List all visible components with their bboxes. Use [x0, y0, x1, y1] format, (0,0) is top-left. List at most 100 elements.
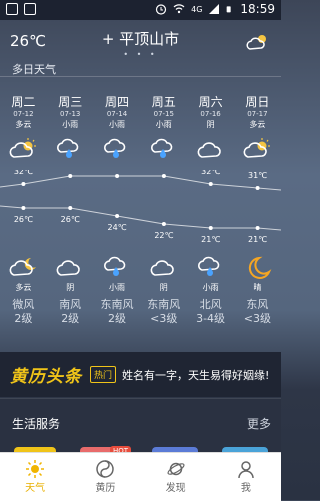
- day-condition: 小雨: [62, 120, 79, 129]
- day-condition: 多云: [15, 120, 32, 129]
- night-column[interactable]: 小雨 北风 3-4级: [187, 254, 234, 326]
- weekday-label: 周三: [58, 95, 83, 109]
- partly-cloudy-icon[interactable]: [245, 32, 271, 52]
- weekday-label: 周二: [11, 95, 36, 109]
- high-temp-label: 32℃: [14, 170, 33, 176]
- city-selector[interactable]: + 平顶山市: [0, 28, 281, 49]
- wind-level: <3级: [150, 312, 178, 325]
- night-condition: 多云: [15, 283, 32, 292]
- night-column[interactable]: 阴南风 2级: [47, 254, 94, 326]
- cloudy-icon: [187, 136, 234, 162]
- partly-cloudy-sun-icon: [234, 136, 281, 162]
- high-temp-point: [255, 186, 260, 190]
- ad-headline[interactable]: 姓名有一字，天生易得好姻缘!: [122, 367, 269, 383]
- weekday-label: 周四: [104, 95, 129, 109]
- date-label: 07-16: [200, 110, 221, 118]
- cloudy-icon: [140, 254, 187, 280]
- tab-bar: 天气 黄历 发现 我: [0, 452, 281, 501]
- tab-person[interactable]: 我: [211, 453, 281, 501]
- wind-direction: 南风: [59, 298, 82, 311]
- day-column[interactable]: 周六 07-16 阴: [187, 95, 234, 162]
- wind-level: 3-4级: [196, 312, 226, 325]
- low-temp-label: 26℃: [14, 215, 33, 224]
- high-temp-label: 31℃: [248, 171, 267, 180]
- planet-icon: [141, 459, 211, 479]
- day-column[interactable]: 周四 07-14 小雨: [94, 95, 141, 162]
- forecast-title: 多日天气: [12, 63, 56, 76]
- low-temp-point: [115, 214, 120, 218]
- temperature-chart: 32℃34℃34℃34℃32℃31℃26℃26℃24℃22℃21℃21℃: [0, 170, 281, 244]
- day-condition: 小雨: [108, 120, 125, 129]
- image-icon: [24, 3, 36, 15]
- light-rain-icon: [47, 136, 94, 162]
- tab-yin-yang[interactable]: 黄历: [70, 453, 140, 501]
- low-temp-label: 24℃: [107, 223, 126, 232]
- high-temp-line: [0, 175, 281, 191]
- network-type: 4G: [191, 4, 203, 14]
- wind-level: 2级: [14, 312, 33, 325]
- life-services-title: 生活服务: [12, 417, 61, 431]
- low-temp-point: [161, 222, 166, 226]
- night-column[interactable]: 多云微风 2级: [0, 254, 47, 326]
- night-column[interactable]: 小雨东南风 2级: [94, 254, 141, 326]
- weekday-label: 周五: [151, 95, 176, 109]
- header: 26℃ + 平顶山市 • • •: [0, 20, 281, 60]
- wind-direction: 东南风: [100, 298, 134, 311]
- wind-direction: 微风: [12, 298, 35, 311]
- divider: [0, 76, 281, 77]
- battery-icon: [227, 6, 232, 13]
- wifi-icon: [173, 4, 185, 14]
- tab-sun[interactable]: 天气: [0, 453, 70, 501]
- wind-direction: 东风: [246, 298, 269, 311]
- light-rain-icon: [140, 136, 187, 162]
- low-temp-label: 26℃: [61, 215, 80, 224]
- wind-level: 2级: [61, 312, 80, 325]
- sun-icon: [0, 459, 70, 479]
- light-rain-icon: [94, 136, 141, 162]
- date-label: 07-17: [247, 110, 268, 118]
- night-column[interactable]: 晴东风 <3级: [234, 254, 281, 326]
- day-forecast-row: 周二 07-12 多云 周三 07-13 小雨 周四 07-14 小雨 周五 07-15 小雨 周六 07…: [0, 95, 281, 162]
- date-label: 07-13: [60, 110, 81, 118]
- tab-planet[interactable]: 发现: [141, 453, 211, 501]
- status-bar: 4G 18:59: [0, 0, 281, 20]
- night-forecast-row: 多云 微风 2级阴南风 2级 小雨 东南风 2级阴东南风 <3级 小雨 北风 3-4级晴东风 <3级: [0, 254, 281, 326]
- alarm-icon: [156, 4, 167, 15]
- high-temp-point: [21, 182, 26, 186]
- city-name: 平顶山市: [119, 30, 180, 48]
- low-temp-point: [208, 226, 213, 230]
- partly-cloudy-sun-icon: [0, 136, 47, 162]
- wind-level: 2级: [107, 312, 126, 325]
- day-column[interactable]: 周五 07-15 小雨: [140, 95, 187, 162]
- tab-label: 发现: [165, 483, 186, 494]
- ad-banner[interactable]: 黄历头条 热门 姓名有一字，天生易得好姻缘!: [0, 352, 281, 397]
- day-condition: 小雨: [155, 120, 172, 129]
- low-temp-point: [68, 206, 73, 210]
- signal-icon: [209, 4, 220, 14]
- low-temp-point: [255, 226, 260, 230]
- wind-direction: 北风: [199, 298, 222, 311]
- night-condition: 小雨: [108, 283, 125, 292]
- light-rain-icon: [94, 254, 141, 280]
- day-column[interactable]: 周三 07-13 小雨: [47, 95, 94, 162]
- date-label: 07-15: [153, 110, 174, 118]
- more-link[interactable]: 更多: [247, 415, 271, 432]
- page-indicator: • • •: [123, 50, 158, 59]
- day-column[interactable]: 周日 07-17 多云: [234, 95, 281, 162]
- date-label: 07-12: [13, 110, 34, 118]
- low-temp-label: 21℃: [248, 235, 267, 244]
- tab-label: 黄历: [95, 483, 116, 494]
- ad-logo: 黄历头条: [10, 367, 82, 387]
- notification-icon: [6, 3, 18, 15]
- cloudy-icon: [47, 254, 94, 280]
- add-city-icon[interactable]: +: [102, 30, 115, 48]
- night-column[interactable]: 阴东南风 <3级: [140, 254, 187, 326]
- tab-label: 天气: [25, 483, 46, 494]
- low-temp-label: 21℃: [201, 235, 220, 244]
- low-temp-point: [21, 206, 26, 210]
- life-services: 生活服务 更多: [0, 398, 281, 455]
- day-column[interactable]: 周二 07-12 多云: [0, 95, 47, 162]
- weekday-label: 周日: [245, 95, 270, 109]
- person-icon: [211, 459, 281, 479]
- high-temp-label: 32℃: [201, 170, 220, 176]
